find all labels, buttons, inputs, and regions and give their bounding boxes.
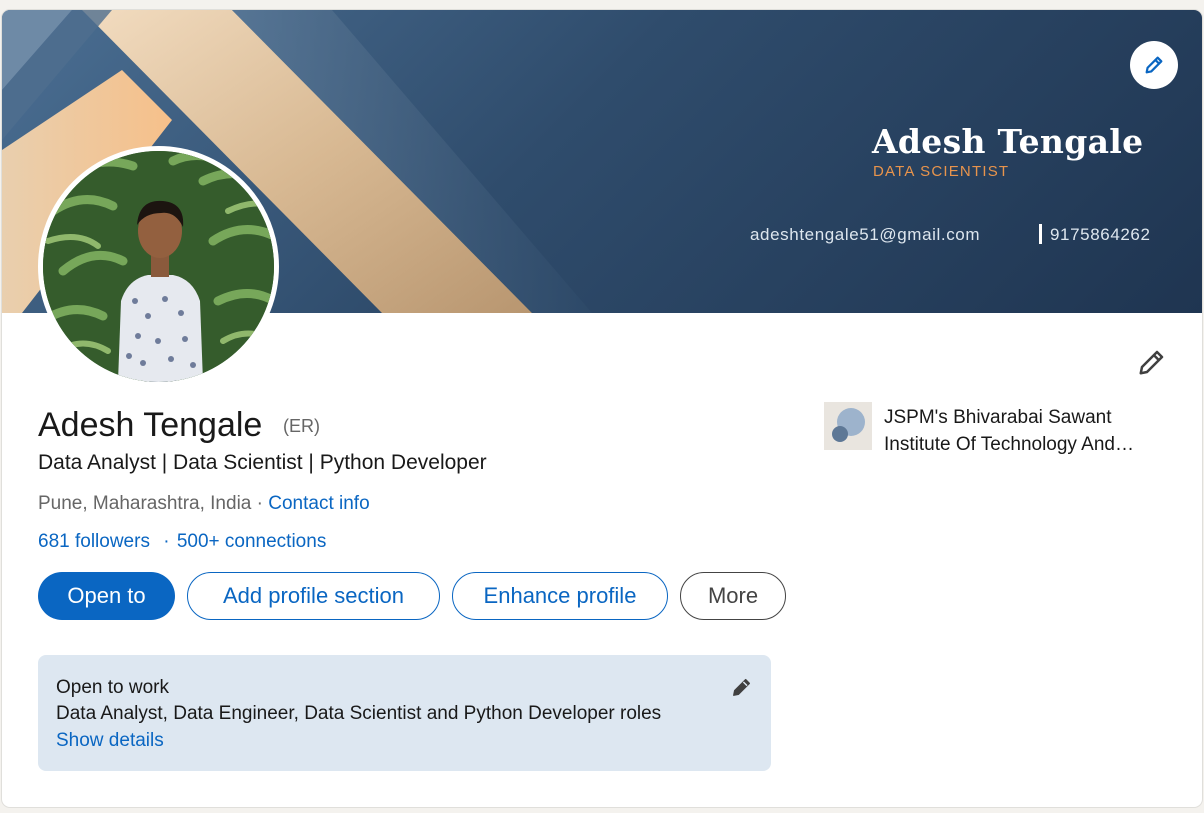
connections-link[interactable]: 500+ connections — [177, 531, 326, 552]
education-link[interactable]: JSPM's Bhivarabai Sawant Institute Of Te… — [824, 402, 1184, 458]
pencil-icon — [733, 678, 751, 696]
school-name: JSPM's Bhivarabai Sawant Institute Of Te… — [884, 407, 1115, 455]
enhance-profile-button[interactable]: Enhance profile — [452, 572, 668, 620]
open-to-work-roles: Data Analyst, Data Engineer, Data Scient… — [56, 703, 662, 724]
edit-banner-button[interactable] — [1130, 41, 1178, 89]
more-button[interactable]: More — [680, 572, 786, 620]
avatar[interactable] — [38, 146, 279, 387]
profile-card: Adesh Tengale DATA SCIENTIST adeshtengal… — [2, 10, 1202, 807]
profile-pronouns: (ER) — [283, 416, 320, 436]
banner-email: adeshtengale51@gmail.com — [750, 225, 981, 244]
edit-open-to-work-button[interactable] — [726, 671, 758, 703]
banner-divider — [1039, 224, 1042, 244]
school-logo-icon — [824, 402, 872, 450]
school-logo — [824, 402, 872, 450]
banner-phone: 9175864262 — [1050, 225, 1151, 244]
open-to-work-card: Open to work Data Analyst, Data Engineer… — [38, 655, 771, 771]
show-details-link[interactable]: Show details — [56, 730, 164, 752]
network-row: 681 followers · 500+ connections — [38, 531, 326, 553]
network-separator: · — [163, 531, 170, 552]
open-to-button[interactable]: Open to — [38, 572, 175, 620]
profile-headline: Data Analyst | Data Scientist | Python D… — [38, 451, 487, 474]
add-profile-section-button[interactable]: Add profile section — [187, 572, 440, 620]
profile-name: Adesh Tengale — [38, 406, 263, 444]
contact-info-link[interactable]: Contact info — [268, 493, 369, 514]
banner-name: Adesh Tengale — [872, 122, 1144, 161]
pencil-icon — [1145, 56, 1163, 74]
open-to-work-title: Open to work — [56, 677, 169, 698]
pencil-icon — [1139, 350, 1164, 375]
profile-location: Pune, Maharashtra, India — [38, 493, 252, 514]
location-row: Pune, Maharashtra, India · Contact info — [38, 493, 370, 515]
banner-job-title: DATA SCIENTIST — [873, 163, 1010, 180]
profile-photo — [43, 151, 274, 382]
followers-link[interactable]: 681 followers — [38, 531, 150, 552]
location-separator: · — [256, 493, 263, 514]
edit-intro-button[interactable] — [1132, 342, 1172, 382]
